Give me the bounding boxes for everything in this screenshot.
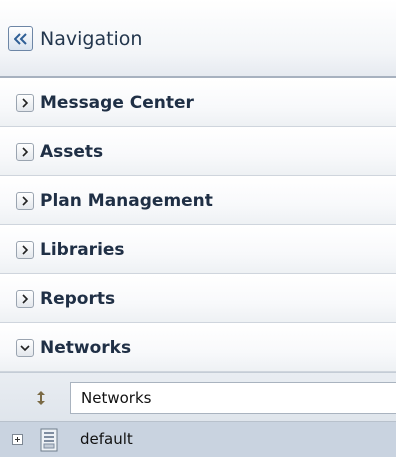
tree-row-default[interactable]: default	[0, 422, 396, 457]
panel-title: Navigation	[40, 28, 143, 50]
accordion-item-reports[interactable]: Reports	[0, 274, 396, 323]
refresh-icon[interactable]	[32, 389, 50, 407]
accordion-item-label: Message Center	[40, 93, 194, 113]
accordion-item-plan-management[interactable]: Plan Management	[0, 176, 396, 225]
chevron-right-icon	[16, 241, 34, 259]
accordion-item-message-center[interactable]: Message Center	[0, 78, 396, 127]
view-select-value: Networks	[81, 389, 152, 407]
accordion-item-label: Reports	[40, 289, 116, 309]
accordion-item-label: Libraries	[40, 240, 125, 260]
chevron-down-icon	[16, 339, 34, 357]
navigation-header: Navigation	[0, 0, 396, 78]
chevron-right-icon	[16, 143, 34, 161]
double-chevron-left-icon	[13, 32, 27, 45]
collapse-panel-button[interactable]	[8, 26, 33, 51]
accordion-item-label: Networks	[40, 338, 132, 358]
plus-box-icon[interactable]	[12, 434, 23, 445]
chevron-right-icon	[16, 192, 34, 210]
server-icon	[40, 428, 58, 452]
accordion-item-label: Assets	[40, 142, 104, 162]
networks-toolbar: Networks	[0, 372, 396, 422]
view-select[interactable]: Networks	[70, 382, 396, 414]
accordion-item-networks[interactable]: Networks	[0, 323, 396, 372]
accordion-item-assets[interactable]: Assets	[0, 127, 396, 176]
chevron-right-icon	[16, 94, 34, 112]
accordion-item-label: Plan Management	[40, 191, 213, 211]
navigation-panel: Navigation Message Center Assets Plan Ma…	[0, 0, 396, 457]
chevron-right-icon	[16, 290, 34, 308]
accordion-item-libraries[interactable]: Libraries	[0, 225, 396, 274]
navigation-accordion: Message Center Assets Plan Management Li…	[0, 78, 396, 372]
tree-item-label: default	[80, 430, 133, 448]
